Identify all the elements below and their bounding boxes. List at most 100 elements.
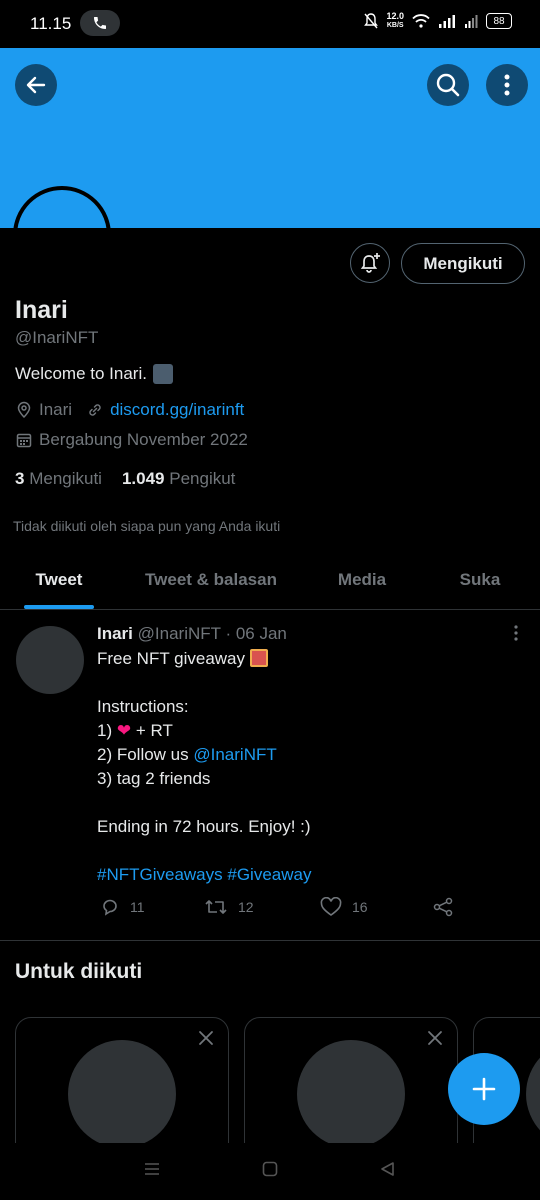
network-speed: 12.0 KB/S [386,12,404,30]
tweet-date: · 06 Jan [225,624,287,643]
following-button[interactable]: Mengikuti [401,243,525,284]
share-button[interactable] [432,897,454,917]
tweet-line-1: Free NFT giveaway [97,649,246,668]
home-button[interactable] [261,1160,279,1183]
suggestion-avatar[interactable] [526,1040,540,1148]
profile-bio: Welcome to Inari. [15,364,173,384]
tweet-line-3b: + RT [135,721,173,740]
tweet-text: Free NFT giveaway Instructions: 1) ❤ + R… [97,647,517,887]
profile-location: Inari [39,400,73,419]
search-icon [436,73,460,97]
profile-name: Inari [15,296,68,324]
plus-icon [472,1077,496,1101]
tweet-line-3a: 1) [97,721,113,740]
close-icon [428,1031,442,1045]
close-icon [199,1031,213,1045]
notifications-button[interactable] [350,243,390,283]
tweet-line: 1) ❤ + RT [97,719,517,743]
followers-count: 1.049 [121,469,165,488]
profile-meta: Inari discord.gg/inarinft [15,400,244,420]
tab-label: Suka [459,570,501,589]
menu-icon [145,1163,159,1175]
profile-stats: 3 Mengikuti 1.049 Pengikut [15,469,235,489]
tab-tweet-replies[interactable]: Tweet & balasan [118,553,304,609]
tab-media[interactable]: Media [304,553,420,609]
search-button[interactable] [427,64,469,106]
arrow-left-icon [26,76,46,94]
back-nav-button[interactable] [379,1160,397,1183]
cityscape-emoji-icon [152,364,173,384]
recent-apps-button[interactable] [143,1161,161,1182]
profile-website-link[interactable]: discord.gg/inarinft [110,400,244,420]
who-to-follow-title: Untuk diikuti [15,960,143,983]
signal-icon-2 [465,15,478,28]
square-icon [262,1161,278,1177]
following-label: Mengikuti [29,469,102,488]
followers-stat[interactable]: 1.049 Pengikut [122,469,235,489]
tweet-mention-link[interactable]: @InariNFT [193,745,276,764]
bell-plus-icon [360,253,380,273]
tweet-line-2: Instructions: [97,697,189,716]
reply-button[interactable]: 11 [100,897,204,917]
more-options-button[interactable] [486,64,528,106]
suggestion-avatar[interactable] [68,1040,176,1148]
like-count: 16 [352,899,368,915]
retweet-count: 12 [238,899,254,915]
net-speed-value: 12.0 [386,11,404,21]
dismiss-suggestion-button[interactable] [427,1030,443,1051]
battery-indicator: 88 [486,13,512,29]
status-time: 11.15 [30,14,72,33]
status-bar: 11.15 12.0 KB/S 88 [0,0,540,48]
back-button[interactable] [15,64,57,106]
link-icon [89,404,101,416]
more-vertical-icon [504,74,510,96]
active-tab-indicator [24,605,94,609]
signal-icon [439,15,455,28]
tweet-author-handle: @InariNFT [137,624,221,643]
like-button[interactable]: 16 [320,897,432,917]
retweet-icon [205,900,227,914]
suggestion-avatar[interactable] [297,1040,405,1148]
call-indicator[interactable] [80,10,120,36]
following-stat[interactable]: 3 Mengikuti [15,469,102,489]
heart-emoji-icon: ❤ [116,721,132,740]
tweet-line: 2) Follow us @InariNFT [97,743,517,767]
tweet-header: Inari @InariNFT · 06 Jan [97,624,287,644]
tweet-item[interactable]: Inari @InariNFT · 06 Jan Free NFT giveaw… [0,611,540,941]
tab-likes[interactable]: Suka [420,553,540,609]
share-icon [433,897,453,917]
tweet-hashtags[interactable]: #NFTGiveaways #Giveaway [97,863,517,887]
profile-joined-row: Bergabung November 2022 [15,430,248,450]
tweet-line-4a: 2) Follow us [97,745,189,764]
tweet-line: Free NFT giveaway [97,647,517,671]
reply-icon [103,899,117,916]
bio-text: Welcome to Inari. [15,364,147,383]
gift-emoji-icon [249,649,268,667]
tweet-author-avatar[interactable] [16,626,84,694]
tweet-more-button[interactable] [514,625,518,646]
profile-joined: Bergabung November 2022 [39,430,248,449]
phone-icon [94,17,106,29]
net-speed-unit: KB/S [386,22,404,29]
profile-avatar[interactable] [13,186,111,230]
calendar-icon [16,433,32,448]
profile-tabs: Tweet Tweet & balasan Media Suka [0,553,540,610]
more-vertical-icon [514,625,518,641]
tweet-author-name[interactable]: Inari [97,624,133,643]
wifi-icon [412,14,430,28]
tab-label: Tweet [35,570,83,589]
tweet-line-5: 3) tag 2 friends [97,769,211,788]
triangle-back-icon [381,1162,394,1176]
system-nav-bar [0,1143,540,1200]
tweet-line-6: Ending in 72 hours. Enjoy! :) [97,817,311,836]
following-count: 3 [15,469,25,488]
tweet-actions: 11 12 16 [100,897,454,917]
tab-label: Tweet & balasan [145,570,277,589]
dismiss-suggestion-button[interactable] [198,1030,214,1051]
mute-bell-icon [364,13,379,29]
retweet-button[interactable]: 12 [204,897,320,917]
location-pin-icon [17,401,31,419]
tab-tweet[interactable]: Tweet [0,553,118,609]
heart-icon [320,897,342,916]
compose-tweet-button[interactable] [448,1053,520,1125]
